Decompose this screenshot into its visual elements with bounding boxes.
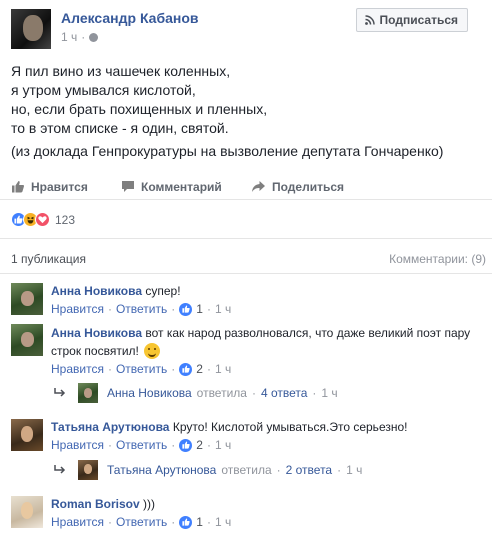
like-label: Нравится (31, 179, 88, 194)
reply-verb: ответила (196, 386, 247, 400)
comment-meta: Нравится · Ответить · 1 · 1 ч (51, 302, 232, 316)
divider (0, 273, 492, 274)
like-icon (179, 302, 193, 316)
comment-body: Roman Borisov ))) (51, 496, 155, 512)
comment-avatar[interactable] (11, 283, 43, 315)
post-line: Я пил вино из чашечек коленных, (11, 63, 231, 79)
share-label: Поделиться (272, 179, 345, 194)
post-meta: 1 ч · (61, 30, 99, 44)
post-line: то в этом списке - я один, святой. (11, 120, 229, 136)
reply-arrow-icon (53, 464, 67, 476)
reply-author[interactable]: Татьяна Арутюнова (107, 463, 216, 477)
comment-time[interactable]: 1 ч (215, 362, 231, 376)
rss-icon (364, 15, 375, 25)
comment-button[interactable]: Комментарий (121, 180, 251, 194)
comment-time[interactable]: 1 ч (215, 302, 231, 316)
comment-text: супер! (145, 284, 181, 298)
comment-text: ))) (143, 497, 156, 511)
comment-meta: Нравится · Ответить · 1 · 1 ч (51, 515, 232, 529)
comment-icon (121, 180, 135, 193)
love-icon (35, 212, 50, 227)
share-arrow-icon (251, 180, 266, 193)
comment-avatar[interactable] (11, 324, 43, 356)
reply-avatar (78, 383, 98, 403)
reply-time: 1 ч (321, 386, 338, 400)
comment-author[interactable]: Татьяна Арутюнова (51, 420, 169, 434)
reply-avatar (78, 460, 98, 480)
post-line: но, если брать похищенных и пленных, (11, 101, 268, 117)
like-button[interactable]: Нравится (11, 180, 121, 194)
like-icon (179, 362, 193, 376)
comment-reply-link[interactable]: Ответить (116, 362, 167, 376)
replies-summary[interactable]: Анна Новикова ответила · 4 ответа · 1 ч (53, 383, 338, 403)
comment-author[interactable]: Анна Новикова (51, 326, 142, 340)
comment-like-count[interactable]: 2 (196, 438, 203, 452)
subscribe-label: Подписаться (379, 13, 458, 27)
reply-verb: ответила (221, 463, 272, 477)
subscribe-button[interactable]: Подписаться (355, 8, 468, 32)
comment-like-link[interactable]: Нравится (51, 302, 104, 316)
like-icon (179, 438, 193, 452)
comment-reply-link[interactable]: Ответить (116, 302, 167, 316)
reply-arrow-icon (53, 387, 67, 399)
post-text: Я пил вино из чашечек коленных, я утром … (11, 62, 481, 161)
comment-avatar[interactable] (11, 496, 43, 528)
reactions-summary[interactable]: 123 (11, 212, 75, 227)
divider (0, 238, 492, 239)
share-button[interactable]: Поделиться (251, 180, 344, 194)
thumbs-up-icon (11, 180, 25, 193)
comment-like-link[interactable]: Нравится (51, 515, 104, 529)
comment-body: Татьяна Арутюнова Круто! Кислотой умыват… (51, 419, 407, 435)
comment-text: Круто! Кислотой умываться.Это серьезно! (172, 420, 408, 434)
publications-link[interactable]: 1 публикация (11, 252, 86, 266)
post-note: (из доклада Генпрокуратуры на вызволение… (11, 143, 444, 159)
like-icon (179, 515, 193, 529)
comment-meta: Нравится · Ответить · 2 · 1 ч (51, 438, 232, 452)
comment-time[interactable]: 1 ч (215, 438, 231, 452)
author-avatar[interactable] (11, 9, 51, 49)
comment-like-count[interactable]: 1 (196, 302, 203, 316)
comment-meta: Нравится · Ответить · 2 · 1 ч (51, 362, 232, 376)
post-actions-bar: Нравится Комментарий Поделиться (0, 174, 492, 200)
reply-author[interactable]: Анна Новикова (107, 386, 192, 400)
comment-author[interactable]: Анна Новикова (51, 284, 142, 298)
comment-like-link[interactable]: Нравится (51, 438, 104, 452)
comment-like-count[interactable]: 1 (196, 515, 203, 529)
reply-time: 1 ч (346, 463, 363, 477)
comments-count[interactable]: Комментарии: (9) (389, 252, 486, 266)
reply-count[interactable]: 4 ответа (261, 386, 307, 400)
comment-like-link[interactable]: Нравится (51, 362, 104, 376)
comment-avatar[interactable] (11, 419, 43, 451)
replies-summary[interactable]: Татьяна Арутюнова ответила · 2 ответа · … (53, 460, 362, 480)
facebook-post: Александр Кабанов 1 ч · Подписаться Я пи… (0, 0, 492, 536)
post-line: я утром умывался кислотой, (11, 82, 196, 98)
comment-label: Комментарий (141, 179, 222, 194)
comment-reply-link[interactable]: Ответить (116, 438, 167, 452)
post-author-name[interactable]: Александр Кабанов (61, 10, 199, 26)
comment-reply-link[interactable]: Ответить (116, 515, 167, 529)
post-time[interactable]: 1 ч (61, 30, 77, 44)
smile-emoji-icon (144, 343, 161, 359)
reaction-count: 123 (55, 212, 76, 227)
comment-like-count[interactable]: 2 (196, 362, 203, 376)
comment-author[interactable]: Roman Borisov (51, 497, 140, 511)
comment-body: Анна Новикова вот как народ разволновалс… (51, 324, 481, 360)
reply-count[interactable]: 2 ответа (286, 463, 332, 477)
globe-icon (89, 32, 99, 42)
comment-body: Анна Новикова супер! (51, 283, 181, 299)
comment-time[interactable]: 1 ч (215, 515, 231, 529)
